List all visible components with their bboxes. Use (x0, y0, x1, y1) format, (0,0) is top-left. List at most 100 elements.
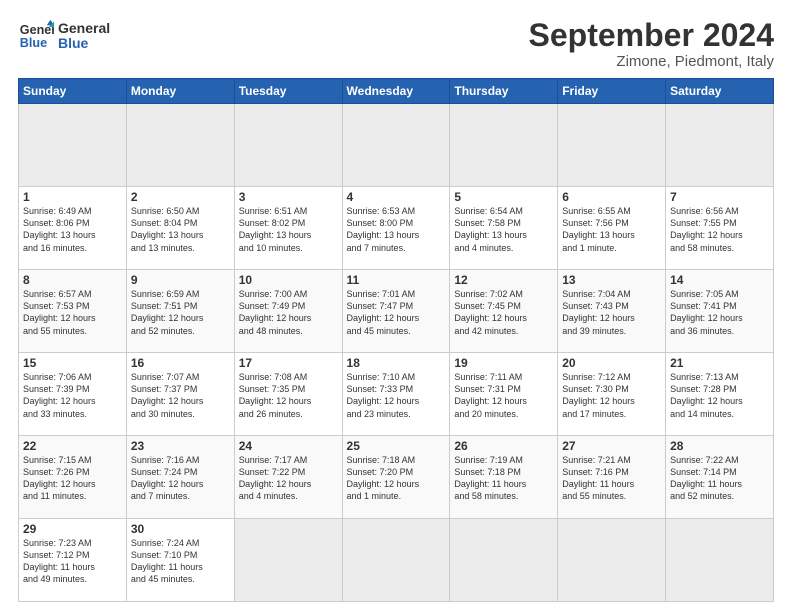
calendar-cell: 10Sunrise: 7:00 AM Sunset: 7:49 PM Dayli… (234, 270, 342, 353)
cell-content: Sunrise: 7:22 AM Sunset: 7:14 PM Dayligh… (670, 454, 769, 503)
cell-content: Sunrise: 6:54 AM Sunset: 7:58 PM Dayligh… (454, 205, 553, 254)
calendar-cell (19, 104, 127, 187)
day-number: 8 (23, 273, 122, 287)
logo: General Blue General Blue (18, 18, 110, 54)
logo-line2: Blue (58, 36, 110, 51)
cell-content: Sunrise: 7:21 AM Sunset: 7:16 PM Dayligh… (562, 454, 661, 503)
cell-content: Sunrise: 7:19 AM Sunset: 7:18 PM Dayligh… (454, 454, 553, 503)
calendar-cell: 7Sunrise: 6:56 AM Sunset: 7:55 PM Daylig… (666, 187, 774, 270)
logo-line1: General (58, 21, 110, 36)
calendar-cell (450, 104, 558, 187)
day-number: 28 (670, 439, 769, 453)
cell-content: Sunrise: 7:24 AM Sunset: 7:10 PM Dayligh… (131, 537, 230, 586)
calendar-cell: 23Sunrise: 7:16 AM Sunset: 7:24 PM Dayli… (126, 436, 234, 519)
calendar-table: SundayMondayTuesdayWednesdayThursdayFrid… (18, 78, 774, 602)
calendar-cell: 13Sunrise: 7:04 AM Sunset: 7:43 PM Dayli… (558, 270, 666, 353)
calendar-cell (666, 519, 774, 602)
calendar-cell: 2Sunrise: 6:50 AM Sunset: 8:04 PM Daylig… (126, 187, 234, 270)
cell-content: Sunrise: 7:05 AM Sunset: 7:41 PM Dayligh… (670, 288, 769, 337)
calendar-cell: 1Sunrise: 6:49 AM Sunset: 8:06 PM Daylig… (19, 187, 127, 270)
cell-content: Sunrise: 7:23 AM Sunset: 7:12 PM Dayligh… (23, 537, 122, 586)
cell-content: Sunrise: 7:06 AM Sunset: 7:39 PM Dayligh… (23, 371, 122, 420)
week-row-6: 29Sunrise: 7:23 AM Sunset: 7:12 PM Dayli… (19, 519, 774, 602)
header-row: SundayMondayTuesdayWednesdayThursdayFrid… (19, 79, 774, 104)
cell-content: Sunrise: 7:12 AM Sunset: 7:30 PM Dayligh… (562, 371, 661, 420)
calendar-cell: 24Sunrise: 7:17 AM Sunset: 7:22 PM Dayli… (234, 436, 342, 519)
calendar-cell (234, 104, 342, 187)
calendar-cell: 20Sunrise: 7:12 AM Sunset: 7:30 PM Dayli… (558, 353, 666, 436)
day-number: 16 (131, 356, 230, 370)
cell-content: Sunrise: 7:13 AM Sunset: 7:28 PM Dayligh… (670, 371, 769, 420)
calendar-cell: 25Sunrise: 7:18 AM Sunset: 7:20 PM Dayli… (342, 436, 450, 519)
cell-content: Sunrise: 7:02 AM Sunset: 7:45 PM Dayligh… (454, 288, 553, 337)
calendar-cell (234, 519, 342, 602)
day-number: 5 (454, 190, 553, 204)
cell-content: Sunrise: 7:18 AM Sunset: 7:20 PM Dayligh… (347, 454, 446, 503)
title-block: September 2024 Zimone, Piedmont, Italy (529, 18, 774, 70)
calendar-cell: 27Sunrise: 7:21 AM Sunset: 7:16 PM Dayli… (558, 436, 666, 519)
week-row-2: 1Sunrise: 6:49 AM Sunset: 8:06 PM Daylig… (19, 187, 774, 270)
calendar-cell: 21Sunrise: 7:13 AM Sunset: 7:28 PM Dayli… (666, 353, 774, 436)
calendar-cell: 11Sunrise: 7:01 AM Sunset: 7:47 PM Dayli… (342, 270, 450, 353)
day-number: 22 (23, 439, 122, 453)
header-cell-wednesday: Wednesday (342, 79, 450, 104)
header-cell-friday: Friday (558, 79, 666, 104)
header-cell-monday: Monday (126, 79, 234, 104)
logo-icon: General Blue (18, 18, 54, 54)
day-number: 2 (131, 190, 230, 204)
day-number: 26 (454, 439, 553, 453)
day-number: 25 (347, 439, 446, 453)
calendar-cell: 22Sunrise: 7:15 AM Sunset: 7:26 PM Dayli… (19, 436, 127, 519)
cell-content: Sunrise: 7:16 AM Sunset: 7:24 PM Dayligh… (131, 454, 230, 503)
calendar-cell (666, 104, 774, 187)
calendar-cell: 9Sunrise: 6:59 AM Sunset: 7:51 PM Daylig… (126, 270, 234, 353)
calendar-cell: 17Sunrise: 7:08 AM Sunset: 7:35 PM Dayli… (234, 353, 342, 436)
calendar-cell: 19Sunrise: 7:11 AM Sunset: 7:31 PM Dayli… (450, 353, 558, 436)
day-number: 14 (670, 273, 769, 287)
cell-content: Sunrise: 7:01 AM Sunset: 7:47 PM Dayligh… (347, 288, 446, 337)
cell-content: Sunrise: 7:07 AM Sunset: 7:37 PM Dayligh… (131, 371, 230, 420)
calendar-cell: 6Sunrise: 6:55 AM Sunset: 7:56 PM Daylig… (558, 187, 666, 270)
calendar-cell (450, 519, 558, 602)
calendar-cell: 15Sunrise: 7:06 AM Sunset: 7:39 PM Dayli… (19, 353, 127, 436)
day-number: 29 (23, 522, 122, 536)
calendar-cell: 16Sunrise: 7:07 AM Sunset: 7:37 PM Dayli… (126, 353, 234, 436)
calendar-cell: 3Sunrise: 6:51 AM Sunset: 8:02 PM Daylig… (234, 187, 342, 270)
header: General Blue General Blue September 2024… (18, 18, 774, 70)
day-number: 30 (131, 522, 230, 536)
cell-content: Sunrise: 7:10 AM Sunset: 7:33 PM Dayligh… (347, 371, 446, 420)
week-row-4: 15Sunrise: 7:06 AM Sunset: 7:39 PM Dayli… (19, 353, 774, 436)
calendar-cell (126, 104, 234, 187)
day-number: 7 (670, 190, 769, 204)
cell-content: Sunrise: 7:15 AM Sunset: 7:26 PM Dayligh… (23, 454, 122, 503)
day-number: 21 (670, 356, 769, 370)
calendar-cell: 8Sunrise: 6:57 AM Sunset: 7:53 PM Daylig… (19, 270, 127, 353)
day-number: 4 (347, 190, 446, 204)
cell-content: Sunrise: 7:08 AM Sunset: 7:35 PM Dayligh… (239, 371, 338, 420)
header-cell-thursday: Thursday (450, 79, 558, 104)
page: General Blue General Blue September 2024… (0, 0, 792, 612)
day-number: 3 (239, 190, 338, 204)
calendar-cell: 26Sunrise: 7:19 AM Sunset: 7:18 PM Dayli… (450, 436, 558, 519)
cell-content: Sunrise: 6:49 AM Sunset: 8:06 PM Dayligh… (23, 205, 122, 254)
day-number: 12 (454, 273, 553, 287)
header-cell-saturday: Saturday (666, 79, 774, 104)
svg-text:Blue: Blue (20, 36, 47, 50)
cell-content: Sunrise: 7:00 AM Sunset: 7:49 PM Dayligh… (239, 288, 338, 337)
day-number: 9 (131, 273, 230, 287)
day-number: 23 (131, 439, 230, 453)
week-row-5: 22Sunrise: 7:15 AM Sunset: 7:26 PM Dayli… (19, 436, 774, 519)
week-row-1 (19, 104, 774, 187)
calendar-cell: 18Sunrise: 7:10 AM Sunset: 7:33 PM Dayli… (342, 353, 450, 436)
cell-content: Sunrise: 6:56 AM Sunset: 7:55 PM Dayligh… (670, 205, 769, 254)
calendar-cell (342, 519, 450, 602)
calendar-cell: 30Sunrise: 7:24 AM Sunset: 7:10 PM Dayli… (126, 519, 234, 602)
calendar-cell: 29Sunrise: 7:23 AM Sunset: 7:12 PM Dayli… (19, 519, 127, 602)
day-number: 15 (23, 356, 122, 370)
day-number: 10 (239, 273, 338, 287)
calendar-cell (558, 104, 666, 187)
cell-content: Sunrise: 6:59 AM Sunset: 7:51 PM Dayligh… (131, 288, 230, 337)
day-number: 19 (454, 356, 553, 370)
calendar-cell: 12Sunrise: 7:02 AM Sunset: 7:45 PM Dayli… (450, 270, 558, 353)
cell-content: Sunrise: 6:51 AM Sunset: 8:02 PM Dayligh… (239, 205, 338, 254)
